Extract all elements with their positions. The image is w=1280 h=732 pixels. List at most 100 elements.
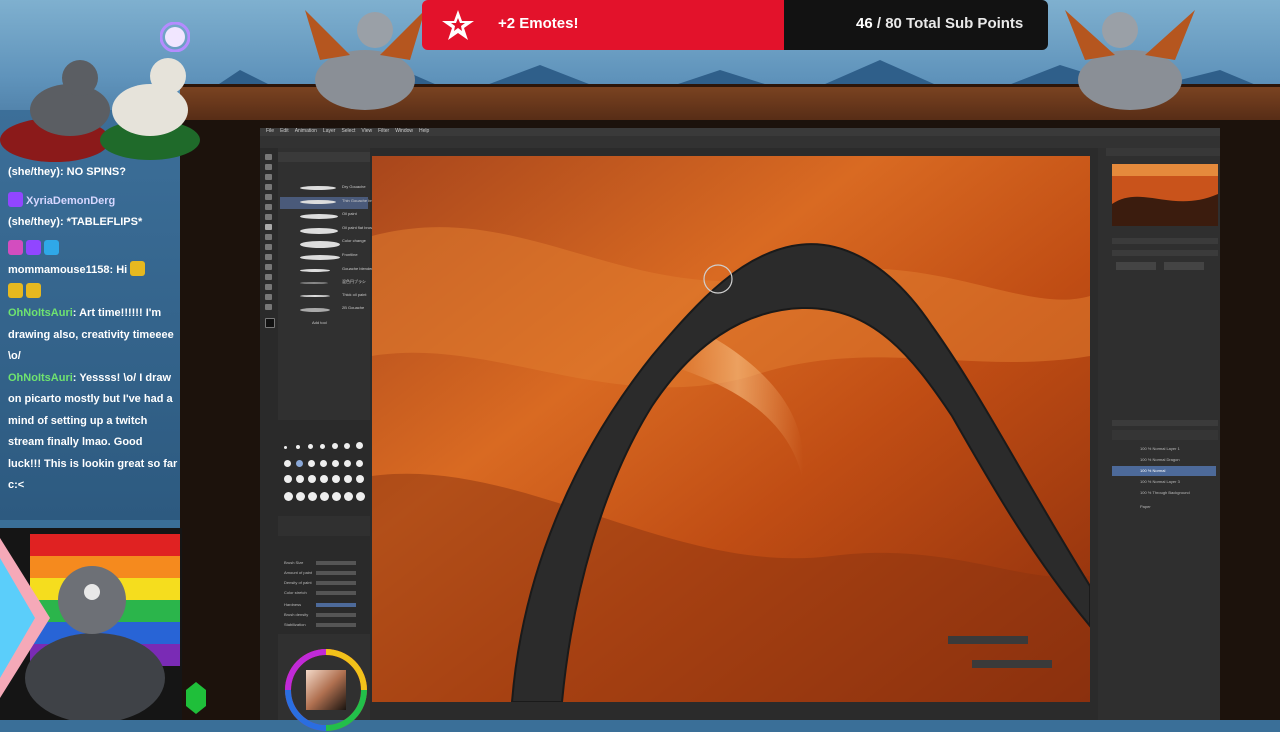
airbrush-tool-icon[interactable] [265,234,272,240]
size-dot[interactable] [284,492,293,501]
menu-animation[interactable]: Animation [295,128,317,134]
brush-item[interactable]: Gouache blender [342,266,373,271]
size-dot[interactable] [320,492,329,501]
size-dot[interactable] [308,492,317,501]
layer-row[interactable]: 100 % Normal Layer 1 [1112,444,1216,454]
size-dot[interactable] [332,460,339,467]
chat-username[interactable]: OhNoItsAuri [8,372,73,384]
density-slider[interactable] [316,581,356,585]
figure-tool-icon[interactable] [265,284,272,290]
layer-color-button[interactable] [1164,262,1204,270]
layer-row[interactable]: 100 % Normal Dragon [1112,455,1216,465]
gradient-tool-icon[interactable] [265,274,272,280]
floating-toolbar[interactable] [972,660,1052,668]
menu-layer[interactable]: Layer [323,128,336,134]
pencil-tool-icon[interactable] [265,214,272,220]
chat-message: XyriaDemonDerg [8,191,178,213]
menu-view[interactable]: View [361,128,372,134]
brush-size-slider[interactable] [316,561,356,565]
navigator-controls[interactable] [1112,238,1218,244]
layer-panel-header[interactable] [1112,420,1218,426]
size-dot[interactable] [332,475,340,483]
hardness-selector[interactable] [316,603,356,607]
navigator-header[interactable] [1106,148,1220,156]
blend-mode-dropdown[interactable] [1112,430,1218,440]
emote-icon [26,282,41,298]
size-dot[interactable] [284,460,291,467]
border-effect-button[interactable] [1116,262,1156,270]
brush-item[interactable]: Color change [342,238,366,243]
size-dot[interactable] [284,446,287,449]
brush-item[interactable]: Dry Gouache [342,184,366,189]
size-dot[interactable] [344,492,353,501]
brush-item[interactable]: Oil paint flat brush [342,225,374,230]
amount-slider[interactable] [316,571,356,575]
menu-file[interactable]: File [266,128,274,134]
blend-tool-icon[interactable] [265,254,272,260]
move-tool-icon[interactable] [265,164,272,170]
chat-username[interactable]: OhNoItsAuri [8,307,73,319]
chat-username[interactable]: XyriaDemonDerg [26,195,115,207]
size-dot[interactable] [308,475,316,483]
size-dot[interactable] [320,460,327,467]
floating-toolbar[interactable] [948,636,1028,644]
eraser-tool-icon[interactable] [265,244,272,250]
navigator-preview[interactable] [1112,164,1218,226]
chat-username[interactable]: mommamouse1158 [8,264,110,276]
layer-row[interactable]: Paper [1112,502,1216,512]
color-wheel[interactable] [284,648,368,732]
size-dot[interactable] [296,492,305,501]
brush-item[interactable]: Frontline [342,252,358,257]
main-color-swatch[interactable] [265,318,275,328]
brush-item[interactable]: 混色円ブラシ [342,279,366,285]
emote-icon [8,282,23,298]
operation-tool-icon[interactable] [265,174,272,180]
layer-property-header[interactable] [1112,250,1218,256]
balloon-tool-icon[interactable] [265,304,272,310]
stabilization-slider[interactable] [316,623,356,627]
brush-density-slider[interactable] [316,613,356,617]
brush-item[interactable]: Thick oil paint [342,292,366,297]
size-dot[interactable] [284,475,292,483]
size-dot[interactable] [356,442,363,449]
layer-row[interactable]: 100 % Normal Layer 3 [1112,477,1216,487]
size-dot[interactable] [308,444,313,449]
brush-tool-icon[interactable] [265,224,272,230]
drawing-canvas[interactable] [372,156,1090,702]
menu-filter[interactable]: Filter [378,128,389,134]
heart-badge-icon [8,239,23,255]
selection-tool-icon[interactable] [265,184,272,190]
sub-tool-tabs[interactable] [278,152,370,162]
zoom-tool-icon[interactable] [265,154,272,160]
size-dot[interactable] [356,475,364,483]
add-tool-button[interactable]: Add tool [312,320,327,325]
size-dot[interactable] [296,475,304,483]
eyedropper-icon[interactable] [265,194,272,200]
menu-edit[interactable]: Edit [280,128,289,134]
size-dot[interactable] [344,475,352,483]
size-dot[interactable] [344,460,351,467]
size-dot-selected[interactable] [296,460,303,467]
layer-row-selected[interactable]: 100 % Normal [1112,466,1216,476]
size-dot[interactable] [308,460,315,467]
layer-row[interactable]: 100 % Through Background [1112,488,1216,498]
text-tool-icon[interactable] [265,294,272,300]
size-dot[interactable] [296,445,300,449]
menu-window[interactable]: Window [395,128,413,134]
size-dot[interactable] [332,443,338,449]
menu-select[interactable]: Select [341,128,355,134]
pen-tool-icon[interactable] [265,204,272,210]
size-dot[interactable] [320,475,328,483]
emote-alert-label: +2 Emotes! [498,15,579,32]
size-dot[interactable] [356,460,363,467]
menu-help[interactable]: Help [419,128,429,134]
size-dot[interactable] [356,492,365,501]
size-dot[interactable] [332,492,341,501]
stretch-slider[interactable] [316,591,356,595]
size-dot[interactable] [320,444,325,449]
emote-alert-banner [422,0,784,50]
size-dot[interactable] [344,443,350,449]
brush-item[interactable]: Oil paint [342,211,357,216]
fill-tool-icon[interactable] [265,264,272,270]
brush-item[interactable]: 2B Gouache [342,305,364,310]
